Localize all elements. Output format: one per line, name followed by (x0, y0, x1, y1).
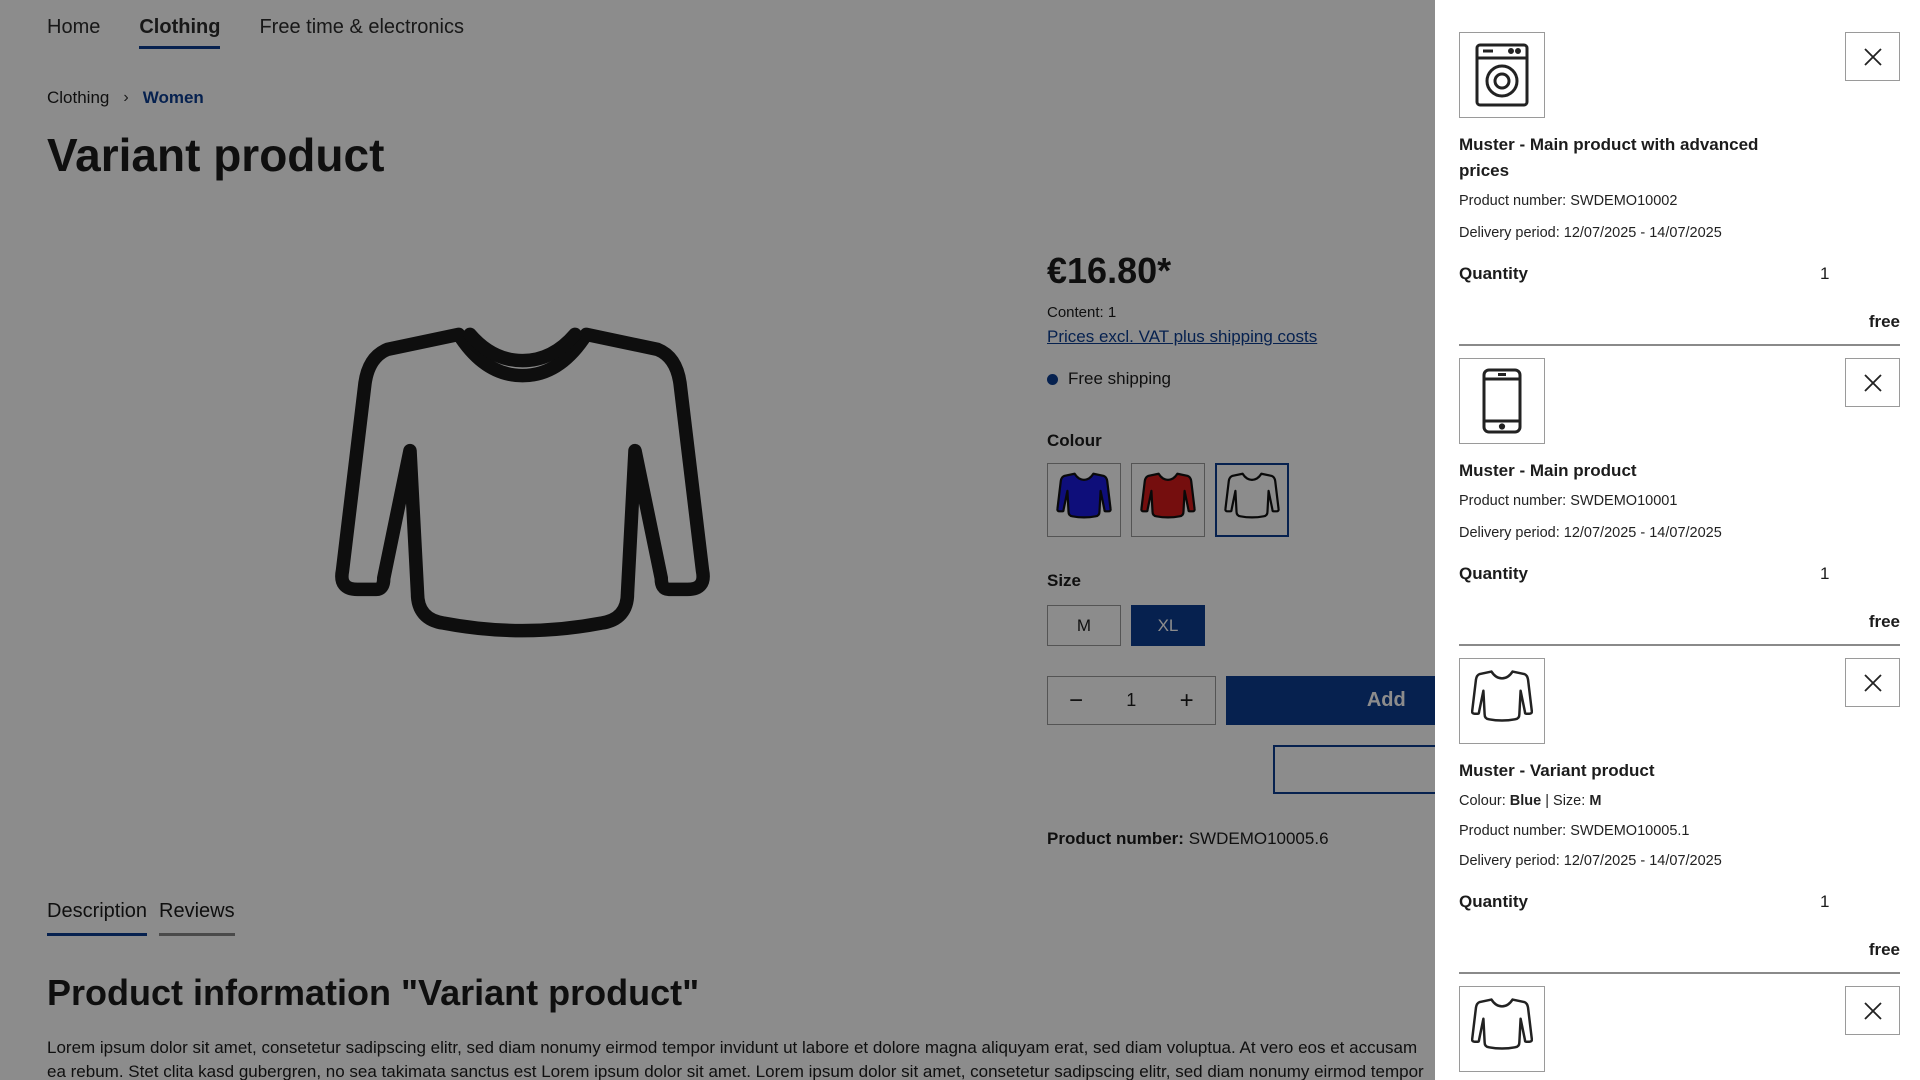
cart-item-price: free (1868, 940, 1900, 959)
cart-item-delivery-period: Delivery period: 12/07/2025 - 14/07/2025 (1459, 525, 1722, 541)
close-icon (1863, 47, 1882, 66)
quantity-label: Quantity (1459, 264, 1528, 283)
cart-item-price: free (1868, 612, 1900, 631)
backdrop-overlay[interactable] (0, 0, 1435, 1080)
cart-item-delivery-period: Delivery period: 12/07/2025 - 14/07/2025 (1459, 853, 1722, 869)
cart-item-product-number: Product number: SWDEMO10002 (1459, 193, 1678, 209)
cart-item-name[interactable]: Muster - Main product with advanced pric… (1459, 132, 1799, 184)
cart-item-variant: Colour: Blue | Size: M (1459, 788, 1900, 814)
quantity-select[interactable]: 1 (1820, 264, 1900, 284)
shirt-icon (1471, 998, 1533, 1050)
quantity-select[interactable]: 1 (1820, 564, 1900, 584)
remove-item-button[interactable] (1845, 32, 1900, 81)
quantity-label: Quantity (1459, 892, 1528, 911)
variant-colour-value: Blue (1509, 793, 1542, 809)
remove-item-button[interactable] (1845, 358, 1900, 407)
cart-item-product-number: Product number: SWDEMO10005.1 (1459, 823, 1690, 839)
variant-size-label: Size: (1553, 793, 1586, 809)
variant-colour-label: Colour: (1459, 793, 1506, 809)
close-icon (1863, 373, 1882, 392)
cart-item-name[interactable]: Muster - Variant product (1459, 758, 1799, 784)
cart-item-name[interactable]: Muster - Main product (1459, 458, 1799, 484)
quantity-label: Quantity (1459, 564, 1528, 583)
remove-item-button[interactable] (1845, 986, 1900, 1035)
cart-item-image[interactable] (1459, 986, 1545, 1072)
cart-line-item (1459, 974, 1900, 1072)
smartphone-icon (1482, 368, 1522, 434)
quantity-select[interactable]: 1 (1820, 892, 1900, 912)
variant-size-value: M (1589, 793, 1602, 809)
cart-line-item: Muster - Main product with advanced pric… (1459, 0, 1900, 346)
cart-line-item: Muster - Variant product Colour: Blue | … (1459, 646, 1900, 974)
cart-line-item: Muster - Main product Product number: SW… (1459, 346, 1900, 646)
cart-item-image[interactable] (1459, 658, 1545, 744)
cart-item-quantity-row: Quantity 1 (1459, 564, 1900, 584)
cart-item-delivery-period: Delivery period: 12/07/2025 - 14/07/2025 (1459, 225, 1722, 241)
variant-divider: | (1545, 793, 1554, 809)
cart-item-image[interactable] (1459, 358, 1545, 444)
close-icon (1863, 1001, 1882, 1020)
offcanvas-cart: Muster - Main product with advanced pric… (1435, 0, 1920, 1080)
washing-machine-icon (1475, 43, 1529, 107)
cart-item-quantity-row: Quantity 1 (1459, 264, 1900, 284)
close-icon (1863, 673, 1882, 692)
cart-item-price: free (1868, 312, 1900, 331)
shirt-icon (1471, 670, 1533, 722)
cart-item-quantity-row: Quantity 1 (1459, 892, 1900, 912)
cart-item-image[interactable] (1459, 32, 1545, 118)
remove-item-button[interactable] (1845, 658, 1900, 707)
cart-item-product-number: Product number: SWDEMO10001 (1459, 493, 1678, 509)
